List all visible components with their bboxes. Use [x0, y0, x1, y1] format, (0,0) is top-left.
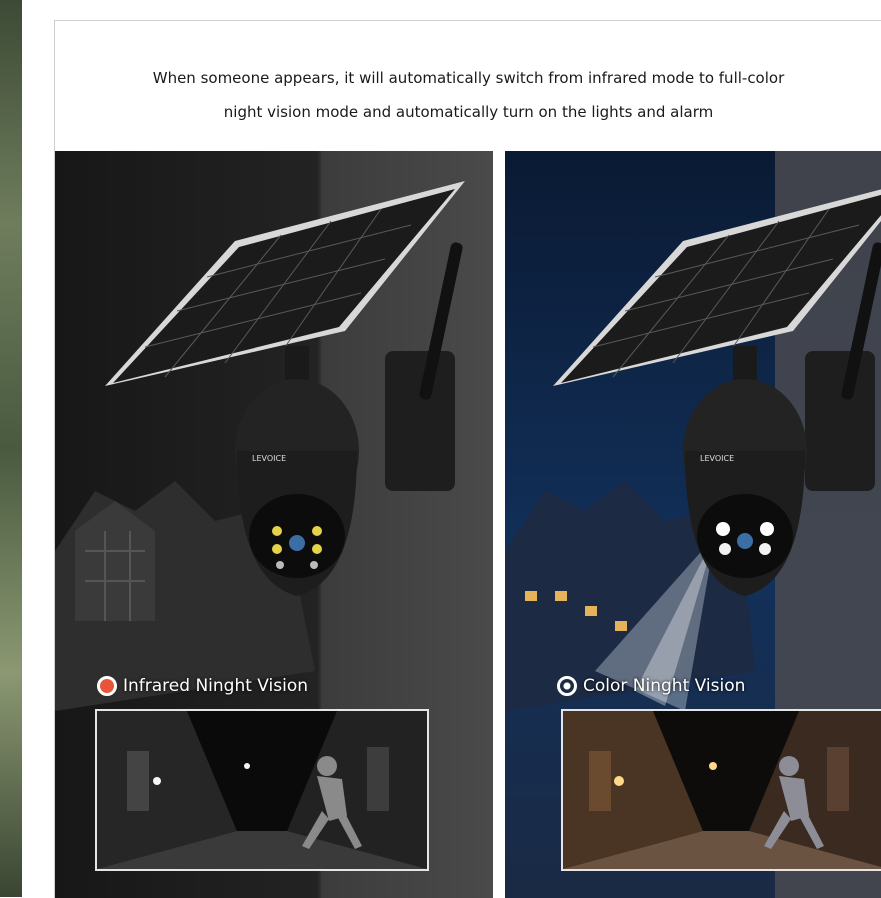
camera-brand-mark: LEVOICE	[252, 454, 286, 463]
wall-mount	[385, 351, 455, 491]
product-image-frame: When someone appears, it will automatica…	[54, 20, 881, 898]
infrared-label-text: Infrared Ninght Vision	[123, 676, 309, 696]
infrared-mode-label: Infrared Ninght Vision	[97, 676, 308, 696]
headline-line-1: When someone appears, it will automatica…	[152, 69, 785, 87]
color-street-inset	[561, 709, 881, 871]
infrared-panel: LEVOICE Infrared Ninght Vision	[55, 151, 493, 898]
color-label-text: Color Ninght Vision	[583, 676, 746, 696]
camera-brand-mark-right: LEVOICE	[700, 454, 734, 463]
background-foliage-strip	[0, 0, 22, 897]
infrared-street-inset	[95, 709, 429, 871]
color-vision-panel: LEVOICE Color Ninght Vision	[505, 151, 881, 898]
infrared-icon	[97, 676, 117, 696]
headline-line-2: night vision mode and automatically turn…	[223, 103, 714, 121]
color-mode-label: Color Ninght Vision	[557, 676, 745, 696]
color-street-scene	[563, 711, 881, 869]
color-vision-icon	[557, 676, 577, 696]
infrared-street-scene	[97, 711, 427, 869]
headline: When someone appears, it will automatica…	[55, 61, 881, 129]
